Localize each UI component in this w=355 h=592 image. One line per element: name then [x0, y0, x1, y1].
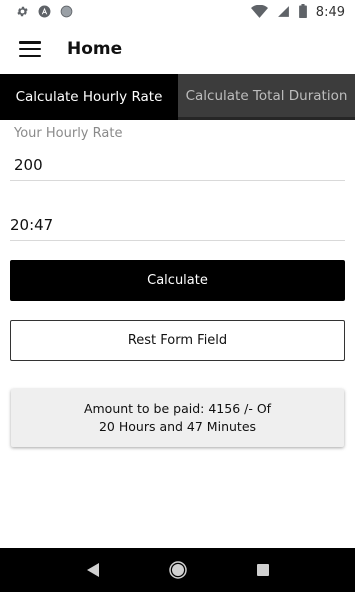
recents-icon[interactable] [251, 558, 275, 582]
result-amount-text: Amount to be paid: 4156 /- Of [83, 401, 272, 416]
result-duration-text: 20 Hours and 47 Minutes [98, 419, 257, 434]
angular-icon [38, 3, 51, 22]
signal-icon [277, 3, 290, 22]
calculate-button[interactable]: Calculate [10, 260, 345, 301]
duration-field [10, 200, 345, 241]
system-nav-bar [0, 548, 355, 592]
status-bar: 8:49 [0, 0, 355, 24]
tab-bar: Calculate Hourly Rate Calculate Total Du… [0, 74, 355, 120]
home-icon[interactable] [166, 558, 190, 582]
status-time: 8:49 [315, 4, 345, 20]
reset-form-button[interactable]: Rest Form Field [10, 320, 345, 361]
app-bar: Home [0, 24, 355, 74]
page-title: Home [67, 39, 123, 59]
result-card: Amount to be paid: 4156 /- Of 20 Hours a… [11, 389, 344, 447]
settings-icon [16, 3, 29, 22]
hamburger-menu-icon[interactable] [19, 41, 41, 57]
wifi-icon [250, 3, 268, 22]
duration-input[interactable] [10, 216, 345, 234]
circle-icon [60, 3, 73, 22]
tab-calculate-total-duration[interactable]: Calculate Total Duration [178, 74, 355, 120]
tab-calculate-hourly-rate[interactable]: Calculate Hourly Rate [0, 74, 178, 120]
back-icon[interactable] [81, 558, 105, 582]
hourly-rate-input[interactable] [10, 156, 345, 174]
status-bar-left [16, 3, 73, 22]
battery-icon [298, 3, 307, 22]
status-bar-right: 8:49 [250, 3, 345, 22]
hourly-rate-label: Your Hourly Rate [14, 126, 123, 141]
hourly-rate-field: Your Hourly Rate [10, 126, 345, 181]
